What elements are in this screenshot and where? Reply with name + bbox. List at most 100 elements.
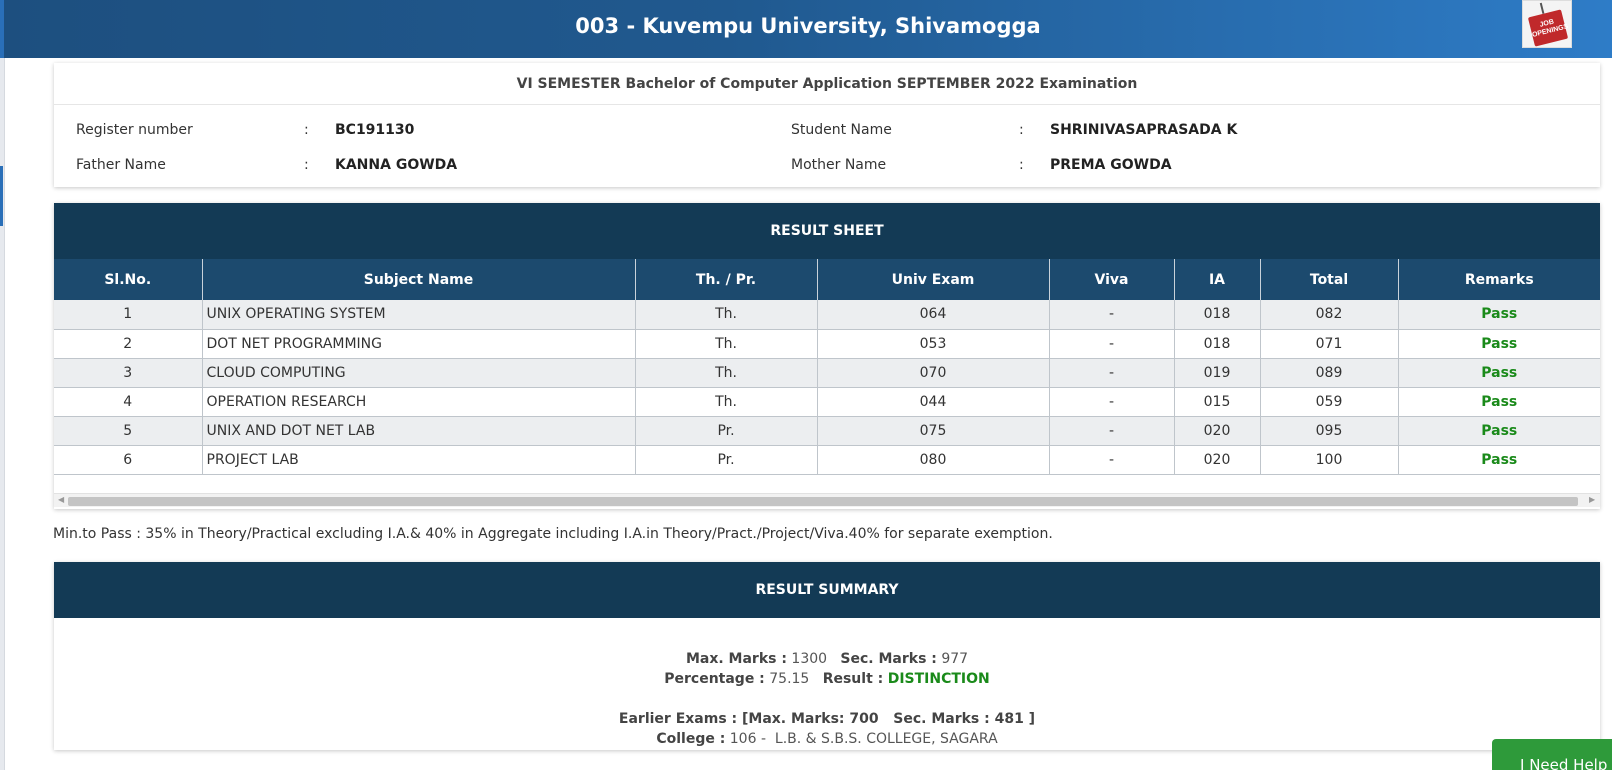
cell-slno: 6: [54, 445, 203, 475]
college-line: College : 106 - L.B. & S.B.S. COLLEGE, S…: [54, 731, 1600, 747]
table-horizontal-scrollbar[interactable]: ◀ ▶: [54, 493, 1600, 507]
father-name-value: KANNA GOWDA: [335, 157, 458, 173]
cell-ia: 020: [1174, 416, 1261, 446]
cell-ia: 020: [1174, 445, 1261, 475]
register-label: Register number: [76, 122, 193, 138]
register-separator: :: [304, 122, 309, 138]
top-header: 003 - Kuvempu University, Shivamogga JOB…: [0, 0, 1612, 58]
cell-subject: PROJECT LAB: [202, 445, 636, 475]
cell-total: 100: [1260, 445, 1399, 475]
min-pass-note: Min.to Pass : 35% in Theory/Practical ex…: [53, 526, 1053, 542]
cell-ia: 018: [1174, 300, 1261, 330]
cell-slno: 5: [54, 416, 203, 446]
student-name-separator: :: [1019, 122, 1024, 138]
cell-ia: 019: [1174, 358, 1261, 388]
cell-viva: -: [1049, 416, 1175, 446]
col-header-slno: Sl.No.: [54, 259, 203, 300]
cell-viva: -: [1049, 329, 1175, 359]
cell-type: Pr.: [635, 416, 818, 446]
cell-slno: 2: [54, 329, 203, 359]
cell-univ-exam: 053: [817, 329, 1050, 359]
max-marks-value: 1300: [791, 651, 828, 667]
cell-type: Th.: [635, 387, 818, 417]
cell-ia: 018: [1174, 329, 1261, 359]
father-name-separator: :: [304, 157, 309, 173]
max-marks-label: Max. Marks :: [685, 651, 787, 667]
cell-total: 082: [1260, 300, 1399, 330]
cell-remarks: Pass: [1398, 358, 1600, 388]
need-help-button[interactable]: I Need Help: [1492, 739, 1612, 770]
sec-marks-value: 977: [941, 651, 969, 667]
job-openings-badge[interactable]: JOB OPENINGS: [1522, 0, 1572, 48]
left-edge-marker: [0, 166, 3, 226]
col-header-univ-exam: Univ Exam: [817, 259, 1050, 300]
col-header-ia: IA: [1174, 259, 1261, 300]
table-row: 2 DOT NET PROGRAMMING Th. 053 - 018 071 …: [54, 329, 1600, 359]
cell-slno: 3: [54, 358, 203, 388]
table-row: 6 PROJECT LAB Pr. 080 - 020 100 Pass: [54, 445, 1600, 475]
cell-slno: 4: [54, 387, 203, 417]
cell-viva: -: [1049, 300, 1175, 330]
cell-univ-exam: 070: [817, 358, 1050, 388]
percentage-line: Percentage : 75.15 Result : DISTINCTION: [54, 671, 1600, 687]
cell-univ-exam: 044: [817, 387, 1050, 417]
cell-viva: -: [1049, 358, 1175, 388]
cell-total: 071: [1260, 329, 1399, 359]
table-row: 4 OPERATION RESEARCH Th. 044 - 015 059 P…: [54, 387, 1600, 417]
student-info-card: VI SEMESTER Bachelor of Computer Applica…: [54, 63, 1600, 187]
info-row-register: Register number : BC191130 Student Name …: [54, 122, 1600, 142]
result-summary-title: RESULT SUMMARY: [54, 562, 1600, 618]
cell-ia: 015: [1174, 387, 1261, 417]
col-header-remarks: Remarks: [1398, 259, 1600, 300]
cell-type: Th.: [635, 358, 818, 388]
scrollbar-thumb[interactable]: [68, 497, 1578, 506]
cell-type: Th.: [635, 329, 818, 359]
percentage-value: 75.15: [769, 671, 810, 687]
father-name-label: Father Name: [76, 157, 166, 173]
page-title: 003 - Kuvempu University, Shivamogga: [575, 14, 1041, 38]
col-header-total: Total: [1260, 259, 1399, 300]
percentage-label: Percentage :: [664, 671, 765, 687]
cell-univ-exam: 080: [817, 445, 1050, 475]
mother-name-label: Mother Name: [791, 157, 887, 173]
cell-slno: 1: [54, 300, 203, 330]
earlier-exams: Earlier Exams : [Max. Marks: 700 Sec. Ma…: [618, 711, 1036, 727]
result-sheet-card: RESULT SHEET Sl.No. Subject Name Th. / P…: [54, 203, 1600, 509]
cell-total: 059: [1260, 387, 1399, 417]
result-table-header: Sl.No. Subject Name Th. / Pr. Univ Exam …: [54, 259, 1600, 300]
college-label: College :: [656, 731, 726, 747]
result-sheet-title: RESULT SHEET: [54, 203, 1600, 259]
cell-remarks: Pass: [1398, 416, 1600, 446]
cell-remarks: Pass: [1398, 387, 1600, 417]
left-edge-panel: [0, 58, 5, 770]
cell-subject: UNIX AND DOT NET LAB: [202, 416, 636, 446]
college-value: 106 - L.B. & S.B.S. COLLEGE, SAGARA: [729, 731, 998, 747]
cell-subject: DOT NET PROGRAMMING: [202, 329, 636, 359]
exam-title: VI SEMESTER Bachelor of Computer Applica…: [54, 63, 1600, 105]
cell-univ-exam: 075: [817, 416, 1050, 446]
register-value: BC191130: [335, 122, 415, 138]
result-summary-card: RESULT SUMMARY Max. Marks : 1300 Sec. Ma…: [54, 562, 1600, 750]
scroll-left-arrow-icon[interactable]: ◀: [58, 495, 64, 504]
cell-total: 089: [1260, 358, 1399, 388]
cell-subject: CLOUD COMPUTING: [202, 358, 636, 388]
marks-line: Max. Marks : 1300 Sec. Marks : 977: [54, 651, 1600, 667]
result-label: Result :: [822, 671, 884, 687]
student-name-value: SHRINIVASAPRASADA K: [1050, 122, 1238, 138]
cell-type: Th.: [635, 300, 818, 330]
cell-univ-exam: 064: [817, 300, 1050, 330]
table-row: 1 UNIX OPERATING SYSTEM Th. 064 - 018 08…: [54, 300, 1600, 330]
cell-subject: UNIX OPERATING SYSTEM: [202, 300, 636, 330]
job-openings-icon: JOB OPENINGS: [1527, 9, 1569, 47]
earlier-exams-line: Earlier Exams : [Max. Marks: 700 Sec. Ma…: [54, 711, 1600, 727]
col-header-type: Th. / Pr.: [635, 259, 818, 300]
sec-marks-label: Sec. Marks :: [840, 651, 937, 667]
cell-subject: OPERATION RESEARCH: [202, 387, 636, 417]
info-row-parents: Father Name : KANNA GOWDA Mother Name : …: [54, 157, 1600, 177]
scroll-right-arrow-icon[interactable]: ▶: [1589, 495, 1595, 504]
table-row: 5 UNIX AND DOT NET LAB Pr. 075 - 020 095…: [54, 416, 1600, 446]
cell-total: 095: [1260, 416, 1399, 446]
cell-remarks: Pass: [1398, 445, 1600, 475]
cell-remarks: Pass: [1398, 329, 1600, 359]
cell-viva: -: [1049, 387, 1175, 417]
